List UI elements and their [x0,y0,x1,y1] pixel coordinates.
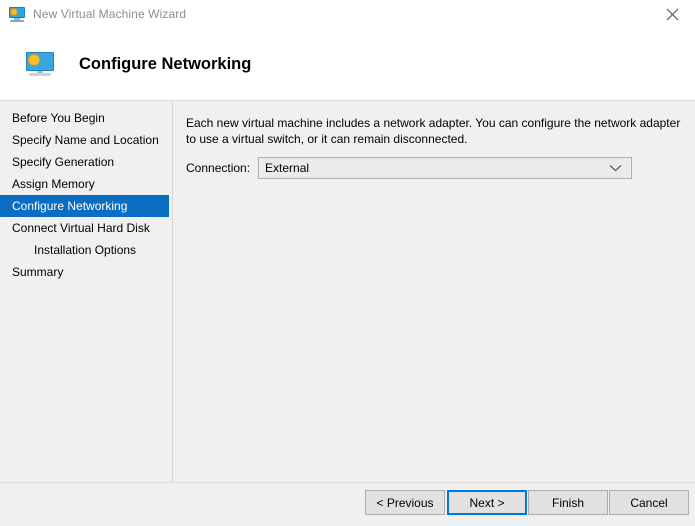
sidebar-item-connect-virtual-hard-disk[interactable]: Connect Virtual Hard Disk [0,217,169,239]
sidebar-item-assign-memory[interactable]: Assign Memory [0,173,169,195]
previous-button[interactable]: < Previous [365,490,445,515]
sidebar-item-configure-networking[interactable]: Configure Networking [0,195,169,217]
virtual-machine-monitor-icon [9,6,25,22]
wizard-body: Before You Begin Specify Name and Locati… [0,101,695,482]
sidebar-item-label: Specify Name and Location [12,133,159,147]
sidebar-item-before-you-begin[interactable]: Before You Begin [0,107,169,129]
sidebar-item-label: Assign Memory [12,177,95,191]
sidebar-item-label: Summary [12,265,64,279]
sidebar-item-label: Configure Networking [12,199,128,213]
wizard-main-pane: Each new virtual machine includes a netw… [173,101,695,482]
sidebar-item-label: Installation Options [34,243,137,257]
sidebar-item-installation-options[interactable]: Installation Options [0,239,169,261]
finish-button[interactable]: Finish [528,490,608,515]
virtual-machine-monitor-icon [24,50,56,78]
sidebar-item-specify-generation[interactable]: Specify Generation [0,151,169,173]
sidebar-item-label: Connect Virtual Hard Disk [12,221,150,235]
connection-dropdown[interactable]: External [258,157,633,179]
connection-label: Connection: [186,161,251,175]
sidebar-item-specify-name-and-location[interactable]: Specify Name and Location [0,129,169,151]
sidebar-item-summary[interactable]: Summary [0,261,169,283]
window-title: New Virtual Machine Wizard [33,7,187,21]
next-button[interactable]: Next > [447,490,527,515]
connection-selected-value: External [265,161,310,175]
wizard-steps-sidebar: Before You Begin Specify Name and Locati… [0,101,172,482]
page-header: Configure Networking [0,28,695,100]
description-text: Each new virtual machine includes a netw… [186,116,681,146]
page-title: Configure Networking [79,54,252,73]
cancel-button[interactable]: Cancel [609,490,689,515]
sidebar-item-label: Before You Begin [12,111,105,125]
sidebar-item-label: Specify Generation [12,155,115,169]
close-icon[interactable] [650,0,695,28]
chevron-down-icon [609,158,622,178]
connection-row: Connection: External [186,157,633,179]
title-bar: New Virtual Machine Wizard [0,0,695,28]
